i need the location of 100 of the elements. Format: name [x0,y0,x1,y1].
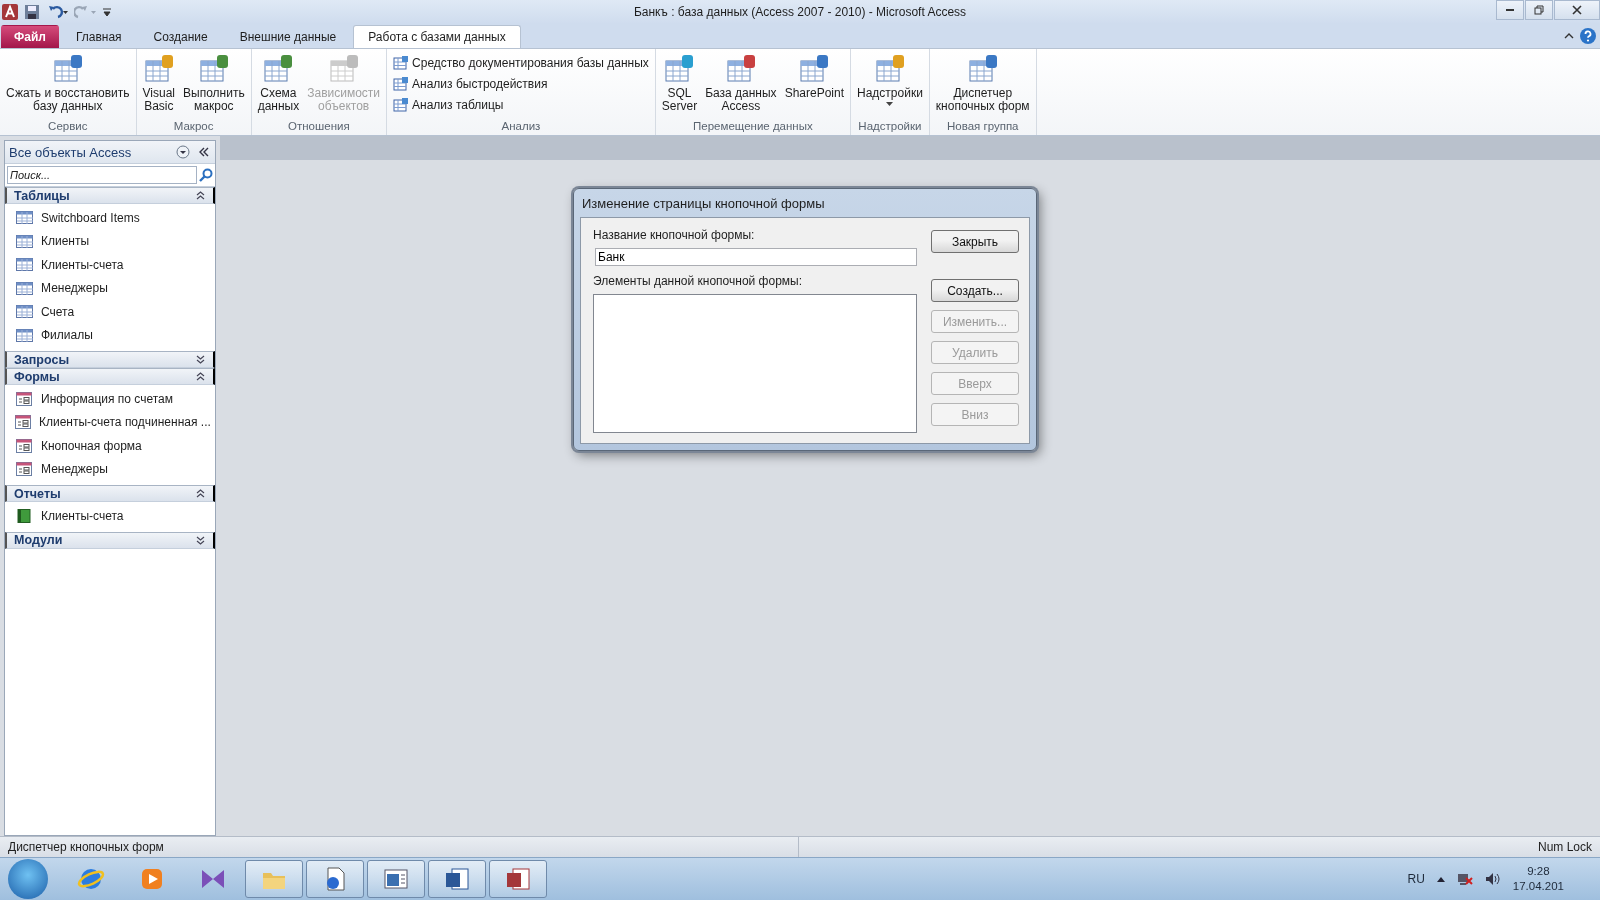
table-icon [142,53,175,85]
table-icon [15,305,33,319]
field-label: Элементы данной кнопочной формы: [593,274,804,288]
search-field[interactable]: Поиск... [7,166,197,184]
report-icon [17,508,31,523]
table-icon [966,53,999,85]
network-icon[interactable] [1456,872,1473,886]
clock-date[interactable]: 17.04.201 [1512,879,1564,894]
expand-icon [196,355,205,364]
table-icon [873,53,906,85]
taskbar-app-button[interactable] [428,860,486,898]
collapse-ribbon-icon[interactable] [1564,32,1574,40]
table-icon [197,53,230,85]
app-icon [443,865,471,893]
app-logo-icon [2,4,18,20]
table-icon [663,53,696,85]
nav-pane-title: Все объекты Access [9,144,133,160]
ribbon-tab[interactable]: Файл [1,25,59,48]
ribbon-button[interactable]: База данных Access [702,51,780,120]
ribbon-group-label: Надстройки [857,120,923,134]
taskbar-app-button[interactable] [367,860,425,898]
close-button[interactable] [1554,0,1600,20]
ribbon-button[interactable]: Visual Basic [139,51,179,120]
ribbon-group-label: Анализ [500,120,542,134]
dialog-button[interactable]: Создать... [931,279,1019,302]
ribbon-button[interactable]: Анализ таблицы [390,96,652,114]
taskbar-app-button[interactable] [489,860,547,898]
nav-item[interactable]: Счета [5,300,215,324]
form-icon [16,391,32,406]
field-label: Название кнопочной формы: [593,228,756,242]
nav-group-header[interactable]: Модули [5,531,215,549]
ribbon-tab[interactable]: Создание [138,25,223,48]
items-list[interactable] [593,294,917,433]
ribbon-group-label: Макрос [172,120,215,134]
taskbar-app-button[interactable] [306,860,364,898]
nav-item[interactable]: Switchboard Items [5,206,215,230]
table-icon [15,281,33,295]
nav-item[interactable]: Менеджеры [5,457,215,481]
ribbon-button[interactable]: SQL Server [658,51,701,120]
start-button[interactable] [8,859,48,899]
table-icon [798,53,831,85]
ribbon-button[interactable]: Анализ быстродействия [390,75,652,93]
close-icon [1572,5,1582,15]
collapse-icon [196,372,205,381]
nav-item[interactable]: Клиенты-счета [5,504,215,528]
search-icon[interactable] [199,168,213,182]
ribbon-button[interactable]: Средство документирования базы данных [390,54,652,72]
ribbon-tab[interactable]: Внешние данные [224,25,352,48]
ribbon-button[interactable]: Выполнить макрос [180,51,248,120]
nav-item[interactable]: Информация по счетам [5,387,215,411]
nav-item[interactable]: Клиенты [5,229,215,253]
dialog-button[interactable]: Закрыть [931,230,1019,253]
ribbon-dropdown-button[interactable]: Надстройки [854,51,926,120]
expand-icon [196,535,205,545]
nav-group-header[interactable]: Формы [5,368,215,385]
nav-item[interactable]: Кнопочная форма [5,434,215,458]
table-icon [15,258,33,272]
window-title: Банкъ : база данных (Access 2007 - 2010) - Microsoft Access [633,5,967,19]
ribbon-tab[interactable]: Главная [60,25,137,48]
num-lock-indicator: Num Lock [1537,840,1593,854]
speaker-icon[interactable] [1484,872,1501,886]
table-icon [15,234,33,248]
restore-icon [1534,5,1544,15]
nav-group-header[interactable]: Таблицы [5,187,215,204]
ribbon-button[interactable]: Диспетчер кнопочных форм [932,51,1033,120]
nav-item[interactable]: Клиенты-счета [5,253,215,277]
ribbon-tab[interactable]: Работа с базами данных [353,25,521,48]
collapse-pane-icon[interactable] [198,147,210,157]
ribbon-button[interactable]: SharePoint [781,51,847,120]
language-indicator[interactable]: RU [1407,872,1425,886]
nav-group-header[interactable]: Отчеты [5,485,215,502]
nav-group-header[interactable]: Запросы [5,351,215,368]
form-icon [16,438,32,453]
nav-item[interactable]: Клиенты-счета подчиненная ... [5,410,215,434]
app-icon [504,865,532,893]
help-icon[interactable] [1580,28,1596,44]
collapse-icon [196,489,205,498]
dialog-title: Изменение страницы кнопочной формы [582,195,825,211]
ribbon-group-label: Отношения [287,120,351,134]
undo-icon[interactable] [46,4,68,20]
table-icon [51,53,84,85]
save-icon[interactable] [24,4,40,20]
nav-item[interactable]: Менеджеры [5,276,215,300]
form-icon [16,462,32,477]
clock-time[interactable]: 9:28 [1527,864,1550,879]
tray-arrow-icon[interactable] [1436,876,1445,882]
caret-icon [886,102,894,106]
dropdown-icon[interactable] [176,145,190,159]
ribbon-button[interactable]: Схема данных [254,51,303,120]
minimize-button[interactable] [1496,0,1524,20]
table-icon [15,328,33,342]
nav-item[interactable]: Филиалы [5,323,215,347]
taskbar-app-button[interactable] [245,860,303,898]
status-message: Диспетчер кнопочных форм [8,840,164,854]
minimize-icon [1505,9,1515,11]
collapse-icon [196,191,205,200]
ribbon-button[interactable]: Сжать и восстановить базу данных [3,51,133,120]
table-icon [724,53,757,85]
name-field[interactable]: Банк [595,248,917,266]
form-icon [15,415,31,430]
